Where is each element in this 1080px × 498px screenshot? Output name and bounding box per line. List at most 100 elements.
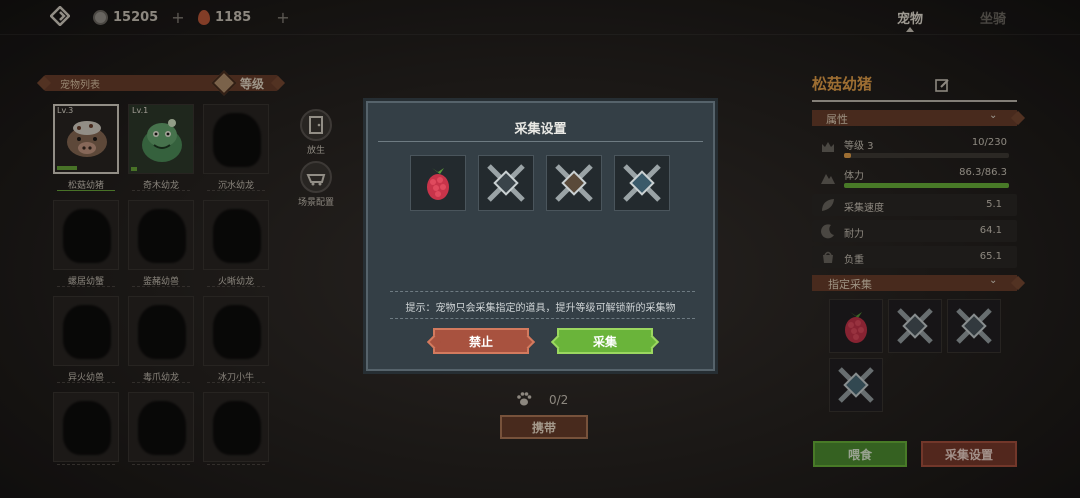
pet-underline [207,382,265,383]
hint-divider-top [390,291,695,292]
pet-slot-1[interactable]: Lv.3 松菇幼猪 [53,104,119,192]
title-divider [378,141,703,142]
coin-icon [93,9,108,25]
stamina-value: 86.3/86.3 [959,167,1007,178]
raspberry-icon [427,168,449,200]
gem-counter: 1185 + [198,7,290,27]
assigned-item-1[interactable] [829,299,883,353]
crossed-tools-icon [956,308,992,344]
crossed-tools-icon [487,164,525,202]
gather-item-4[interactable] [614,155,670,211]
collect-button[interactable]: 采集 [557,328,653,354]
locked-pet-silhouette [63,209,111,263]
stat-value: 64.1 [979,225,1002,236]
cart-icon [306,174,326,186]
pet-underline [207,286,265,287]
edit-name-icon[interactable] [934,77,950,93]
pet-slot-6[interactable]: 火晰幼龙 [203,200,269,288]
assigned-item-2[interactable] [888,299,942,353]
crossed-tools-icon [838,367,874,403]
coin-amount: 15205 [113,9,159,25]
gather-item-3[interactable] [546,155,602,211]
hint-divider-bottom [390,318,695,319]
pet-slot-9[interactable]: 冰刀小牛 [203,296,269,384]
attributes-title: 属性 [826,113,848,126]
pet-slot-4[interactable]: 螺居幼蟹 [53,200,119,288]
pet-slot-11[interactable] [128,392,194,480]
release-button[interactable] [300,109,332,141]
top-bar: 15205 + 1185 + 宠物 坐骑 [0,0,1080,34]
pet-underline [132,464,190,465]
pet-level: Lv.1 [132,106,149,115]
detail-pet-name: 松菇幼猪 [812,75,873,93]
level-bar-fill [844,153,851,158]
pet-underline [57,382,115,383]
locked-pet-silhouette [213,209,261,263]
level-label: 等级 3 [844,141,874,152]
gather-item-2[interactable] [478,155,534,211]
gather-settings-button[interactable]: 采集设置 [921,441,1017,467]
pet-list-title: 宠物列表 [60,80,100,91]
pet-slot-10[interactable] [53,392,119,480]
pet-slot-12[interactable] [203,392,269,480]
release-label: 放生 [306,146,325,156]
locked-pet-silhouette [63,305,111,359]
door-icon [309,116,323,134]
forbid-button[interactable]: 禁止 [433,328,529,354]
pet-slot-8[interactable]: 毒爪幼龙 [128,296,194,384]
name-divider [812,100,1017,102]
pet-slot-5[interactable]: 鉴赭幼兽 [128,200,194,288]
pet-level: Lv.3 [57,106,74,115]
bag-icon [823,251,833,263]
pet-portrait [203,296,269,366]
pet-slot-3[interactable]: 沉水幼龙 [203,104,269,192]
assigned-item-3[interactable] [947,299,1001,353]
back-logo-icon[interactable] [50,6,70,26]
assigned-item-4[interactable] [829,358,883,412]
pet-portrait [203,392,269,462]
locked-pet-silhouette [213,113,261,167]
gem-amount: 1185 [215,9,252,25]
feed-button[interactable]: 喂食 [813,441,907,467]
stat-value: 5.1 [986,199,1002,210]
pet-portrait [53,392,119,462]
pet-slot-7[interactable]: 异火幼兽 [53,296,119,384]
tab-mounts[interactable]: 坐骑 [980,8,1006,27]
chevron-down-icon[interactable]: ⌄ [989,110,997,121]
leaf-icon [822,199,834,211]
gather-item-raspberry[interactable] [410,155,466,211]
pet-portrait [53,200,119,270]
carry-count: 0/2 [549,393,569,407]
pet-underline [57,190,115,191]
tab-pets[interactable]: 宠物 [897,8,923,27]
assigned-gather-title: 指定采集 [828,278,872,291]
pet-underline [132,286,190,287]
pet-slot-2[interactable]: Lv.1 奇木幼龙 [128,104,194,192]
pet-underline [132,382,190,383]
scene-config-button[interactable] [300,161,332,193]
pet-progress-bar [131,167,137,171]
pet-underline [132,190,190,191]
carry-button[interactable]: 携带 [500,415,588,439]
stamina-bar-fill [844,183,1009,188]
top-divider [0,34,1080,35]
dialog-title: 采集设置 [514,122,567,137]
sort-by-level[interactable]: 等级 [240,75,264,92]
chevron-down-icon[interactable]: ⌄ [989,275,997,286]
crossed-tools-icon [555,164,593,202]
stamina-label: 体力 [844,171,864,182]
crown-icon [822,142,834,152]
add-coin-icon[interactable]: + [171,8,184,27]
coin-counter: 15205 + [93,7,185,27]
add-gem-icon[interactable]: + [276,8,289,27]
forbid-label: 禁止 [468,334,493,349]
pet-underline [57,286,115,287]
paw-icon [517,392,532,406]
crossed-tools-icon [623,164,661,202]
active-tab-indicator [906,27,914,32]
dialog-hint: 提示：宠物只会采集指定的道具，提升等级可解锁新的采集物 [405,303,676,314]
locked-pet-silhouette [138,209,186,263]
locked-pet-silhouette [213,401,261,455]
boar-pet-icon [67,121,107,157]
raspberry-icon [845,312,867,343]
